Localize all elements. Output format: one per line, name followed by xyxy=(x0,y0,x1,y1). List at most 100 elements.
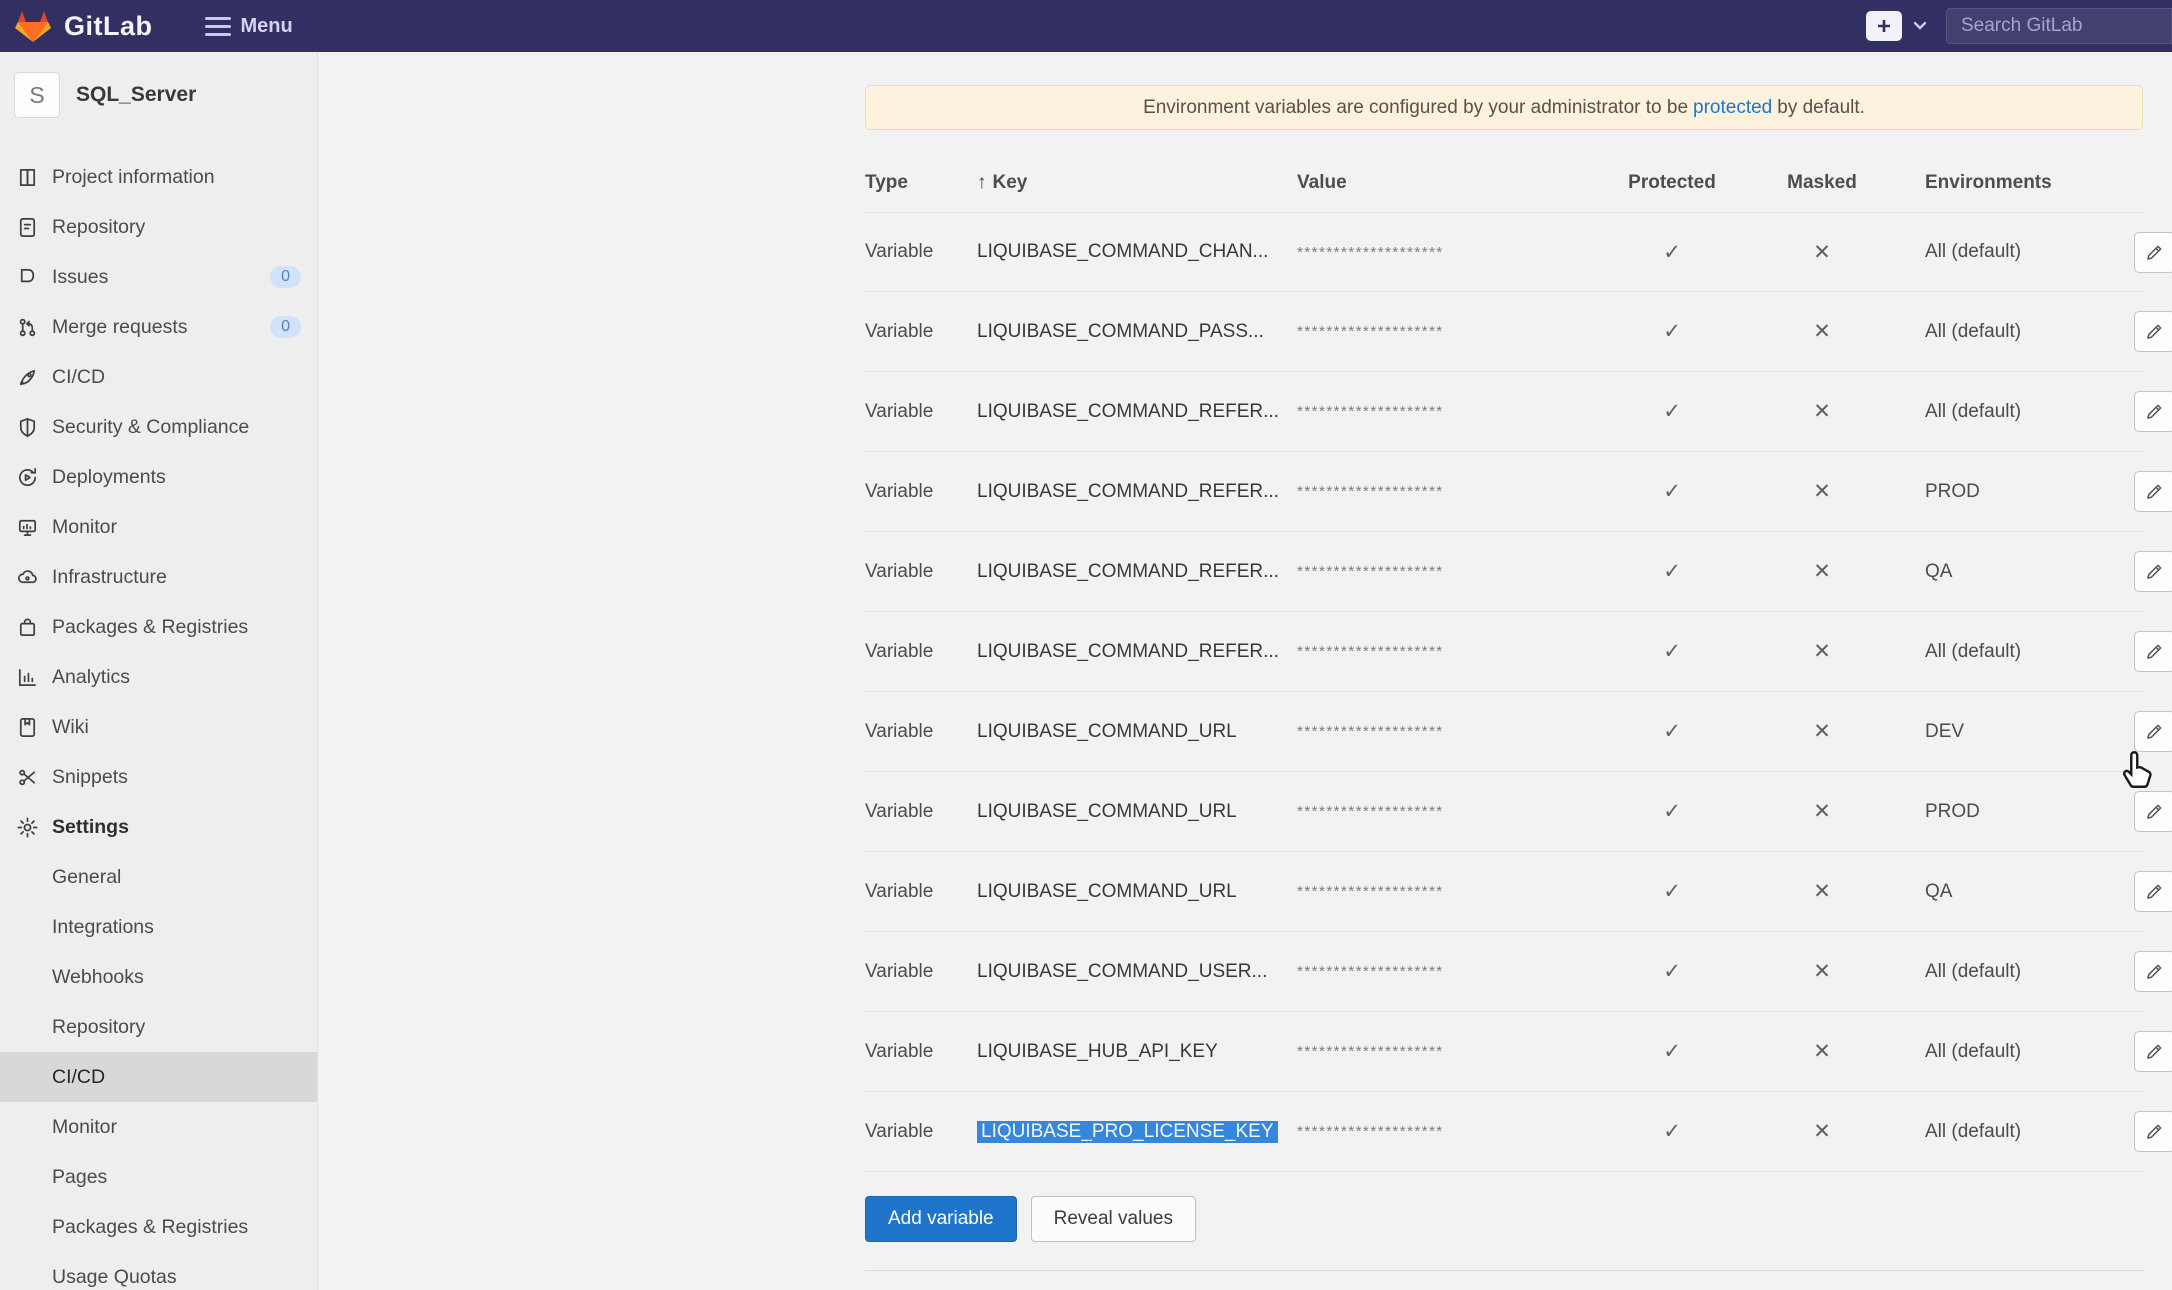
variable-value-masked: ******************** xyxy=(1297,1043,1597,1060)
protected-check-icon: ✓ xyxy=(1597,879,1747,904)
sidebar-item-infrastructure[interactable]: Infrastructure xyxy=(0,552,317,602)
gitlab-tanuki-logo-icon xyxy=(14,8,52,44)
issues-icon xyxy=(14,264,40,290)
table-row: Variable LIQUIBASE_COMMAND_PASS... *****… xyxy=(865,292,2145,372)
variable-key: LIQUIBASE_COMMAND_USER... xyxy=(977,961,1297,983)
gitlab-home-link[interactable]: GitLab xyxy=(14,8,153,44)
sidebar-subitem-repository[interactable]: Repository xyxy=(0,1002,317,1052)
project-name: SQL_Server xyxy=(76,83,196,107)
variable-type: Variable xyxy=(865,561,977,583)
protected-link[interactable]: protected xyxy=(1693,97,1772,119)
pencil-icon xyxy=(2144,242,2165,263)
edit-variable-button[interactable] xyxy=(2134,951,2172,992)
sidebar-item-snippets[interactable]: Snippets xyxy=(0,752,317,802)
edit-variable-button[interactable] xyxy=(2134,871,2172,912)
edit-variable-button[interactable] xyxy=(2134,551,2172,592)
sidebar-subitem-pages[interactable]: Pages xyxy=(0,1152,317,1202)
sidebar-subitem-ci-cd[interactable]: CI/CD xyxy=(0,1052,317,1102)
reveal-values-button[interactable]: Reveal values xyxy=(1031,1196,1196,1242)
sidebar-item-deployments[interactable]: Deployments xyxy=(0,452,317,502)
project-sidebar: S SQL_Server Project information Reposit… xyxy=(0,52,318,1290)
sidebar-item-issues[interactable]: Issues 0 xyxy=(0,252,317,302)
sidebar-item-security-compliance[interactable]: Security & Compliance xyxy=(0,402,317,452)
sidebar-subitem-integrations[interactable]: Integrations xyxy=(0,902,317,952)
table-row: Variable LIQUIBASE_COMMAND_REFER... ****… xyxy=(865,532,2145,612)
sidebar-item-settings[interactable]: Settings xyxy=(0,802,317,852)
variable-key: LIQUIBASE_COMMAND_REFER... xyxy=(977,641,1297,663)
search-input[interactable] xyxy=(1946,8,2172,44)
wiki-icon xyxy=(14,714,40,740)
variables-table-body: Variable LIQUIBASE_COMMAND_CHAN... *****… xyxy=(865,212,2145,1172)
variable-value-masked: ******************** xyxy=(1297,403,1597,420)
ci-cd-variables-section: Environment variables are configured by … xyxy=(318,52,2172,1290)
snippets-icon xyxy=(14,764,40,790)
add-variable-button[interactable]: Add variable xyxy=(865,1196,1017,1242)
repository-icon xyxy=(14,214,40,240)
table-row: Variable LIQUIBASE_PRO_LICENSE_KEY *****… xyxy=(865,1092,2145,1172)
table-row: Variable LIQUIBASE_COMMAND_REFER... ****… xyxy=(865,372,2145,452)
sidebar-item-project-information[interactable]: Project information xyxy=(0,152,317,202)
header-environments: Environments xyxy=(1897,172,2107,194)
sidebar-item-packages-registries[interactable]: Packages & Registries xyxy=(0,602,317,652)
settings-icon xyxy=(14,814,40,840)
variable-value-masked: ******************** xyxy=(1297,963,1597,980)
protected-check-icon: ✓ xyxy=(1597,639,1747,664)
variable-type: Variable xyxy=(865,321,977,343)
section-divider xyxy=(865,1270,2145,1271)
table-row: Variable LIQUIBASE_COMMAND_URL *********… xyxy=(865,852,2145,932)
sidebar-subitem-packages-registries[interactable]: Packages & Registries xyxy=(0,1202,317,1252)
table-row: Variable LIQUIBASE_COMMAND_URL *********… xyxy=(865,772,2145,852)
sidebar-item-wiki[interactable]: Wiki xyxy=(0,702,317,752)
variable-key: LIQUIBASE_COMMAND_URL xyxy=(977,881,1297,903)
project-header[interactable]: S SQL_Server xyxy=(0,72,317,118)
masked-x-icon: ✕ xyxy=(1747,1119,1897,1144)
menu-button[interactable]: Menu xyxy=(205,15,293,38)
protected-check-icon: ✓ xyxy=(1597,1039,1747,1064)
variable-environment: All (default) xyxy=(1897,641,2107,663)
pencil-icon xyxy=(2144,961,2165,982)
header-key-sortable[interactable]: ↑ Key xyxy=(977,172,1297,194)
menu-label: Menu xyxy=(241,15,293,38)
variable-key: LIQUIBASE_COMMAND_CHAN... xyxy=(977,241,1297,263)
sidebar-item-ci-cd[interactable]: CI/CD xyxy=(0,352,317,402)
edit-variable-button[interactable] xyxy=(2134,1031,2172,1072)
edit-variable-button[interactable] xyxy=(2134,791,2172,832)
sidebar-item-merge-requests[interactable]: Merge requests 0 xyxy=(0,302,317,352)
new-item-button[interactable] xyxy=(1866,11,1902,41)
edit-variable-button[interactable] xyxy=(2134,631,2172,672)
variable-key: LIQUIBASE_HUB_API_KEY xyxy=(977,1041,1297,1063)
edit-variable-button[interactable] xyxy=(2134,391,2172,432)
sidebar-subitem-monitor[interactable]: Monitor xyxy=(0,1102,317,1152)
brand-wordmark: GitLab xyxy=(64,11,153,42)
edit-variable-button[interactable] xyxy=(2134,311,2172,352)
sidebar-item-monitor[interactable]: Monitor xyxy=(0,502,317,552)
edit-variable-button[interactable] xyxy=(2134,471,2172,512)
header-type: Type xyxy=(865,172,977,194)
pencil-icon xyxy=(2144,1121,2165,1142)
header-masked: Masked xyxy=(1747,172,1897,194)
pencil-icon xyxy=(2144,881,2165,902)
variable-environment: QA xyxy=(1897,881,2107,903)
protected-check-icon: ✓ xyxy=(1597,719,1747,744)
edit-variable-button[interactable] xyxy=(2134,1111,2172,1152)
protected-check-icon: ✓ xyxy=(1597,319,1747,344)
protected-check-icon: ✓ xyxy=(1597,479,1747,504)
sidebar-subitem-general[interactable]: General xyxy=(0,852,317,902)
sidebar-subitem-webhooks[interactable]: Webhooks xyxy=(0,952,317,1002)
project-information-icon xyxy=(14,164,40,190)
banner-text-after: by default. xyxy=(1777,97,1865,119)
chevron-down-icon[interactable] xyxy=(1912,20,1928,32)
protected-check-icon: ✓ xyxy=(1597,1119,1747,1144)
protected-check-icon: ✓ xyxy=(1597,959,1747,984)
variable-type: Variable xyxy=(865,881,977,903)
security-icon xyxy=(14,414,40,440)
variable-key: LIQUIBASE_COMMAND_REFER... xyxy=(977,401,1297,423)
plus-icon xyxy=(1876,18,1892,34)
sidebar-subitem-usage-quotas[interactable]: Usage Quotas xyxy=(0,1252,317,1290)
table-row: Variable LIQUIBASE_COMMAND_CHAN... *****… xyxy=(865,212,2145,292)
sidebar-item-analytics[interactable]: Analytics xyxy=(0,652,317,702)
edit-variable-button[interactable] xyxy=(2134,232,2172,273)
sidebar-item-repository[interactable]: Repository xyxy=(0,202,317,252)
edit-variable-button[interactable] xyxy=(2134,711,2172,752)
masked-x-icon: ✕ xyxy=(1747,559,1897,584)
